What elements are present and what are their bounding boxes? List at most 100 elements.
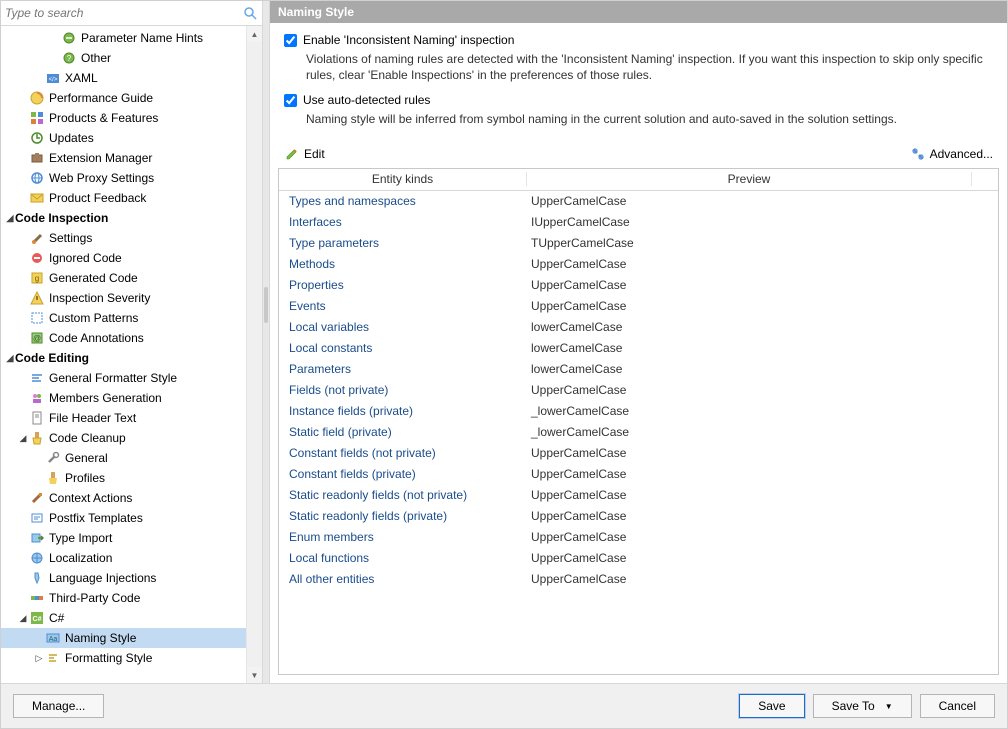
entity-kind-link[interactable]: Constant fields (not private) (279, 446, 527, 460)
tree-item-updates[interactable]: Updates (1, 128, 246, 148)
search-input[interactable] (5, 6, 242, 20)
entity-kind-link[interactable]: Methods (279, 257, 527, 271)
tree-item-performance-guide[interactable]: Performance Guide (1, 88, 246, 108)
naming-rule-row[interactable]: Local constantslowerCamelCase (279, 338, 998, 359)
tree-item-naming-style[interactable]: AaNaming Style (1, 628, 246, 648)
entity-kind-link[interactable]: Events (279, 299, 527, 313)
cancel-button[interactable]: Cancel (920, 694, 995, 718)
entity-kind-link[interactable]: Static field (private) (279, 425, 527, 439)
context-icon (29, 490, 45, 506)
advanced-button[interactable]: Advanced... (910, 146, 993, 162)
tree-item-file-header-text[interactable]: File Header Text (1, 408, 246, 428)
naming-rule-row[interactable]: Static readonly fields (not private)Uppe… (279, 485, 998, 506)
tree-item-ignored-code[interactable]: Ignored Code (1, 248, 246, 268)
save-button[interactable]: Save (739, 694, 804, 718)
naming-rule-row[interactable]: Constant fields (not private)UpperCamelC… (279, 443, 998, 464)
entity-kind-link[interactable]: Interfaces (279, 215, 527, 229)
entity-kind-link[interactable]: Enum members (279, 530, 527, 544)
naming-rule-row[interactable]: Constant fields (private)UpperCamelCase (279, 464, 998, 485)
naming-rule-row[interactable]: InterfacesIUpperCamelCase (279, 212, 998, 233)
settings-tree[interactable]: Parameter Name Hints?Other</>XAMLPerform… (1, 26, 246, 683)
entity-kind-link[interactable]: Properties (279, 278, 527, 292)
entity-kind-link[interactable]: Local functions (279, 551, 527, 565)
manage-button[interactable]: Manage... (13, 694, 104, 718)
entity-kind-link[interactable]: Instance fields (private) (279, 404, 527, 418)
tree-item-parameter-name-hints[interactable]: Parameter Name Hints (1, 28, 246, 48)
enable-inconsistent-naming-checkbox[interactable] (284, 34, 297, 47)
scroll-thumb[interactable] (247, 42, 262, 667)
search-icon[interactable] (242, 5, 258, 21)
entity-preview: UpperCamelCase (527, 467, 998, 481)
tree-item-label: Inspection Severity (49, 291, 150, 305)
tree-item-other[interactable]: ?Other (1, 48, 246, 68)
tree-item-settings[interactable]: Settings (1, 228, 246, 248)
entity-kind-link[interactable]: All other entities (279, 572, 527, 586)
naming-rule-row[interactable]: Static readonly fields (private)UpperCam… (279, 506, 998, 527)
grid-header-preview[interactable]: Preview (527, 172, 972, 186)
tree-item-localization[interactable]: Localization (1, 548, 246, 568)
entity-kind-link[interactable]: Fields (not private) (279, 383, 527, 397)
entity-kind-link[interactable]: Constant fields (private) (279, 467, 527, 481)
naming-rule-row[interactable]: PropertiesUpperCamelCase (279, 275, 998, 296)
naming-rule-row[interactable]: Local functionsUpperCamelCase (279, 548, 998, 569)
cleanup-icon (29, 430, 45, 446)
tree-item-generated-code[interactable]: gGenerated Code (1, 268, 246, 288)
tree-item-general-formatter-style[interactable]: General Formatter Style (1, 368, 246, 388)
tree-item-extension-manager[interactable]: Extension Manager (1, 148, 246, 168)
naming-rule-row[interactable]: ParameterslowerCamelCase (279, 359, 998, 380)
tree-item-postfix-templates[interactable]: Postfix Templates (1, 508, 246, 528)
entity-kind-link[interactable]: Types and namespaces (279, 194, 527, 208)
tree-item-product-feedback[interactable]: Product Feedback (1, 188, 246, 208)
tree-item-third-party-code[interactable]: Third-Party Code (1, 588, 246, 608)
tree-expand-icon[interactable]: ▷ (33, 648, 45, 668)
tree-section-code-editing[interactable]: ◢Code Editing (1, 348, 246, 368)
naming-rule-row[interactable]: Type parametersTUpperCamelCase (279, 233, 998, 254)
naming-rule-row[interactable]: Instance fields (private)_lowerCamelCase (279, 401, 998, 422)
entity-kind-link[interactable]: Static readonly fields (not private) (279, 488, 527, 502)
naming-rule-row[interactable]: Static field (private)_lowerCamelCase (279, 422, 998, 443)
grid-header-entity-kinds[interactable]: Entity kinds (279, 172, 527, 186)
tree-item-general[interactable]: General (1, 448, 246, 468)
tree-collapse-icon[interactable]: ◢ (17, 428, 29, 448)
naming-rule-row[interactable]: Types and namespacesUpperCamelCase (279, 191, 998, 212)
edit-button[interactable]: Edit (284, 146, 325, 162)
tree-item-context-actions[interactable]: Context Actions (1, 488, 246, 508)
tree-item-custom-patterns[interactable]: Custom Patterns (1, 308, 246, 328)
naming-rule-row[interactable]: Local variableslowerCamelCase (279, 317, 998, 338)
tree-collapse-icon[interactable]: ◢ (5, 348, 15, 368)
entity-kind-link[interactable]: Local constants (279, 341, 527, 355)
tree-item-web-proxy-settings[interactable]: Web Proxy Settings (1, 168, 246, 188)
entity-kind-link[interactable]: Static readonly fields (private) (279, 509, 527, 523)
tree-item-code-annotations[interactable]: @Code Annotations (1, 328, 246, 348)
proxy-icon (29, 170, 45, 186)
tree-item-c-[interactable]: ◢C#C# (1, 608, 246, 628)
entity-preview: UpperCamelCase (527, 488, 998, 502)
tree-item-code-cleanup[interactable]: ◢Code Cleanup (1, 428, 246, 448)
naming-rule-row[interactable]: All other entitiesUpperCamelCase (279, 569, 998, 590)
tree-item-members-generation[interactable]: Members Generation (1, 388, 246, 408)
tree-item-profiles[interactable]: Profiles (1, 468, 246, 488)
entity-kind-link[interactable]: Local variables (279, 320, 527, 334)
use-auto-detected-rules-checkbox[interactable] (284, 94, 297, 107)
tree-item-xaml[interactable]: </>XAML (1, 68, 246, 88)
naming-rule-row[interactable]: EventsUpperCamelCase (279, 296, 998, 317)
tree-scrollbar[interactable]: ▲ ▼ (246, 26, 262, 683)
tree-item-inspection-severity[interactable]: Inspection Severity (1, 288, 246, 308)
tree-section-code-inspection[interactable]: ◢Code Inspection (1, 208, 246, 228)
tree-collapse-icon[interactable]: ◢ (17, 608, 29, 628)
wrench-icon (45, 450, 61, 466)
entity-kind-link[interactable]: Type parameters (279, 236, 527, 250)
tree-item-type-import[interactable]: Type Import (1, 528, 246, 548)
naming-rule-row[interactable]: MethodsUpperCamelCase (279, 254, 998, 275)
tree-item-language-injections[interactable]: Language Injections (1, 568, 246, 588)
tree-item-formatting-style[interactable]: ▷Formatting Style (1, 648, 246, 668)
save-to-button[interactable]: Save To ▼ (813, 694, 912, 718)
scroll-down-arrow-icon[interactable]: ▼ (247, 667, 262, 683)
tree-item-products-features[interactable]: Products & Features (1, 108, 246, 128)
sidebar-splitter[interactable] (263, 1, 269, 683)
naming-rule-row[interactable]: Enum membersUpperCamelCase (279, 527, 998, 548)
entity-kind-link[interactable]: Parameters (279, 362, 527, 376)
naming-rule-row[interactable]: Fields (not private)UpperCamelCase (279, 380, 998, 401)
scroll-up-arrow-icon[interactable]: ▲ (247, 26, 262, 42)
tree-collapse-icon[interactable]: ◢ (5, 208, 15, 228)
